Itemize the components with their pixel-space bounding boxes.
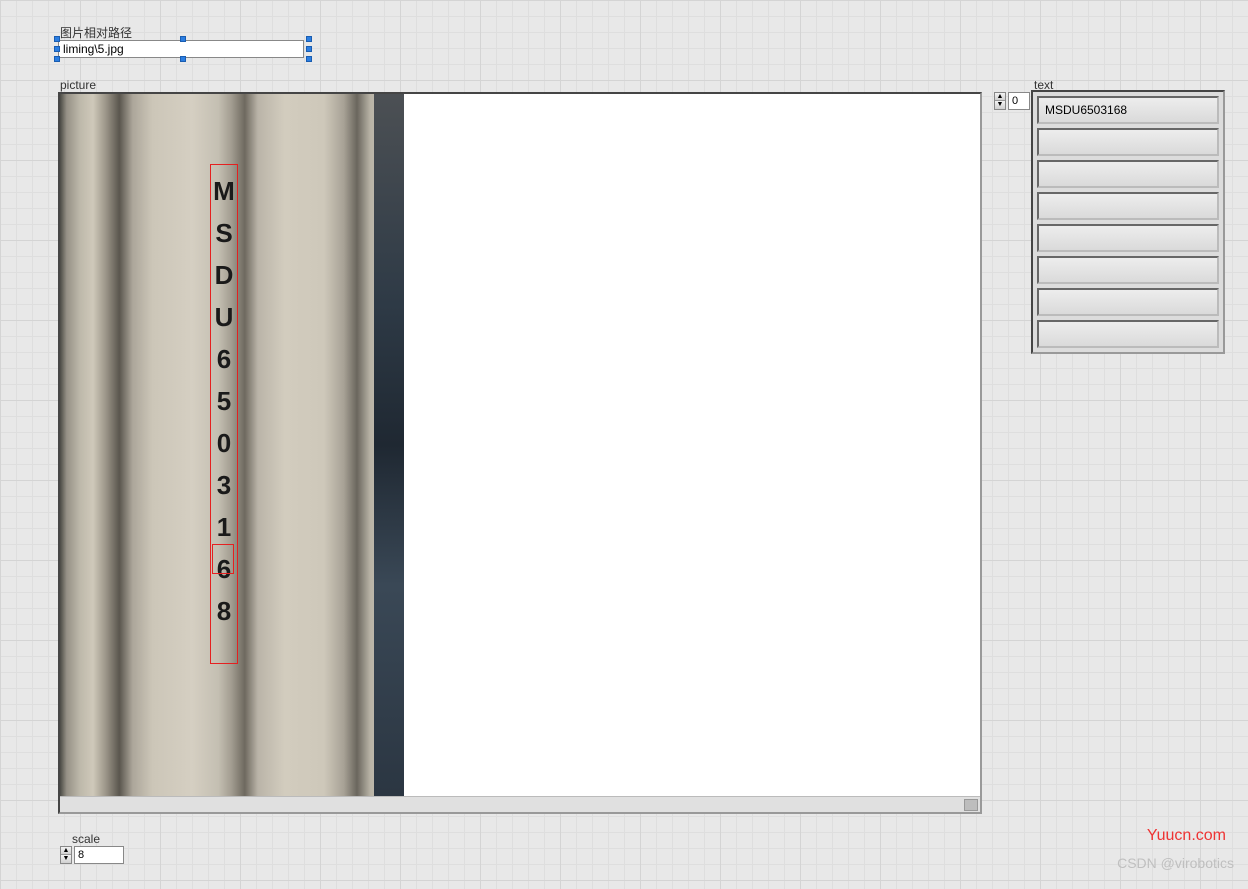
horizontal-scrollbar[interactable]	[60, 796, 980, 812]
scale-input[interactable]	[74, 846, 124, 864]
detection-box	[210, 164, 238, 664]
spinner-up-icon[interactable]: ▲	[995, 93, 1005, 101]
text-array-row[interactable]	[1037, 192, 1219, 220]
scrollbar-thumb[interactable]	[964, 799, 978, 811]
text-array-row[interactable]	[1037, 128, 1219, 156]
detection-box-digit	[212, 544, 234, 574]
selection-handle[interactable]	[54, 56, 60, 62]
scale-control: ▲ ▼	[60, 846, 124, 864]
path-input-wrapper	[58, 40, 308, 58]
selection-handle[interactable]	[180, 36, 186, 42]
picture-display[interactable]: M S D U 6 5 0 3 1 6 8	[58, 92, 982, 814]
array-index-input[interactable]	[1008, 92, 1030, 110]
picture-label: picture	[60, 78, 96, 92]
spinner-down-icon[interactable]: ▼	[995, 101, 1005, 109]
text-array-row[interactable]	[1037, 160, 1219, 188]
watermark-site: Yuucn.com	[1147, 827, 1226, 845]
picture-content: M S D U 6 5 0 3 1 6 8	[60, 94, 976, 796]
container-photo-shadow	[374, 94, 404, 796]
watermark-credit: CSDN @virobotics	[1117, 855, 1234, 871]
scale-label: scale	[72, 832, 100, 846]
path-label: 图片相对路径	[60, 24, 132, 41]
selection-handle[interactable]	[54, 36, 60, 42]
array-index-control: ▲ ▼	[994, 92, 1030, 110]
text-array-row[interactable]	[1037, 256, 1219, 284]
text-array-row[interactable]	[1037, 320, 1219, 348]
text-array-row[interactable]	[1037, 224, 1219, 252]
spinner-down-icon[interactable]: ▼	[61, 855, 71, 863]
spinner-up-icon[interactable]: ▲	[61, 847, 71, 855]
text-array-row[interactable]	[1037, 288, 1219, 316]
selection-handle[interactable]	[180, 56, 186, 62]
selection-handle[interactable]	[306, 36, 312, 42]
selection-handle[interactable]	[306, 56, 312, 62]
text-array-row[interactable]: MSDU6503168	[1037, 96, 1219, 124]
text-array: MSDU6503168	[1031, 90, 1225, 354]
selection-handle[interactable]	[54, 46, 60, 52]
selection-handle[interactable]	[306, 46, 312, 52]
index-spinner: ▲ ▼	[994, 92, 1006, 110]
scale-spinner: ▲ ▼	[60, 846, 72, 864]
